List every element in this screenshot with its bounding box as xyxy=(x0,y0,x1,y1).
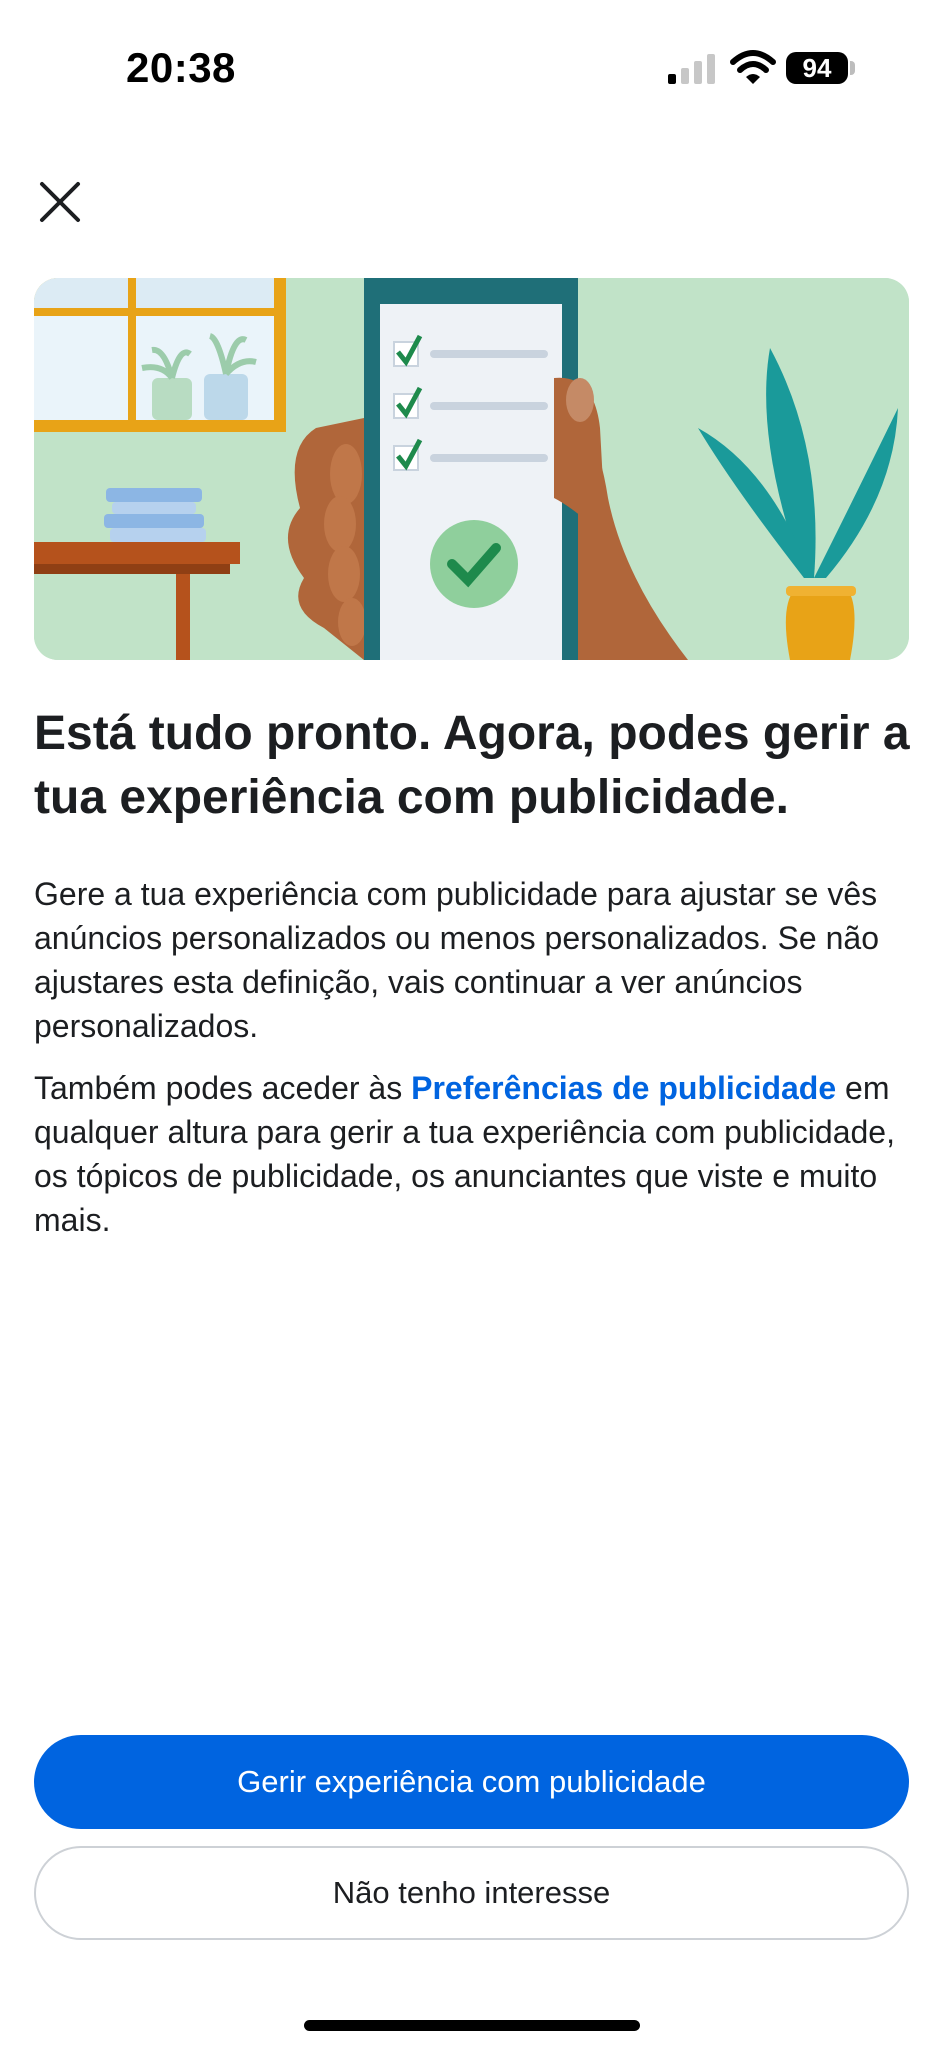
preferences-text: Também podes aceder às Preferências de p… xyxy=(34,1066,914,1242)
books-icon xyxy=(104,488,206,542)
battery-tip xyxy=(850,61,855,75)
home-indicator xyxy=(304,2020,640,2031)
phone-checklist-icon xyxy=(364,278,578,660)
close-icon xyxy=(40,182,80,222)
ad-preferences-link[interactable]: Preferências de publicidade xyxy=(411,1070,836,1106)
page-title: Está tudo pronto. Agora, podes gerir a t… xyxy=(34,707,910,824)
hero-illustration xyxy=(34,278,909,660)
manage-ad-experience-button[interactable]: Gerir experiência com publicidade xyxy=(34,1735,909,1829)
status-time: 20:38 xyxy=(126,44,236,91)
signal-icon xyxy=(668,54,715,84)
close-button[interactable] xyxy=(34,176,86,228)
description-text: Gere a tua experiência com publicidade p… xyxy=(34,876,879,1044)
wifi-icon xyxy=(730,50,776,84)
battery-icon: 94 xyxy=(786,52,848,84)
status-bar: 20:38 94 xyxy=(0,0,943,140)
preferences-text-prefix: Também podes aceder às xyxy=(34,1070,412,1106)
not-interested-button[interactable]: Não tenho interesse xyxy=(34,1846,909,1940)
